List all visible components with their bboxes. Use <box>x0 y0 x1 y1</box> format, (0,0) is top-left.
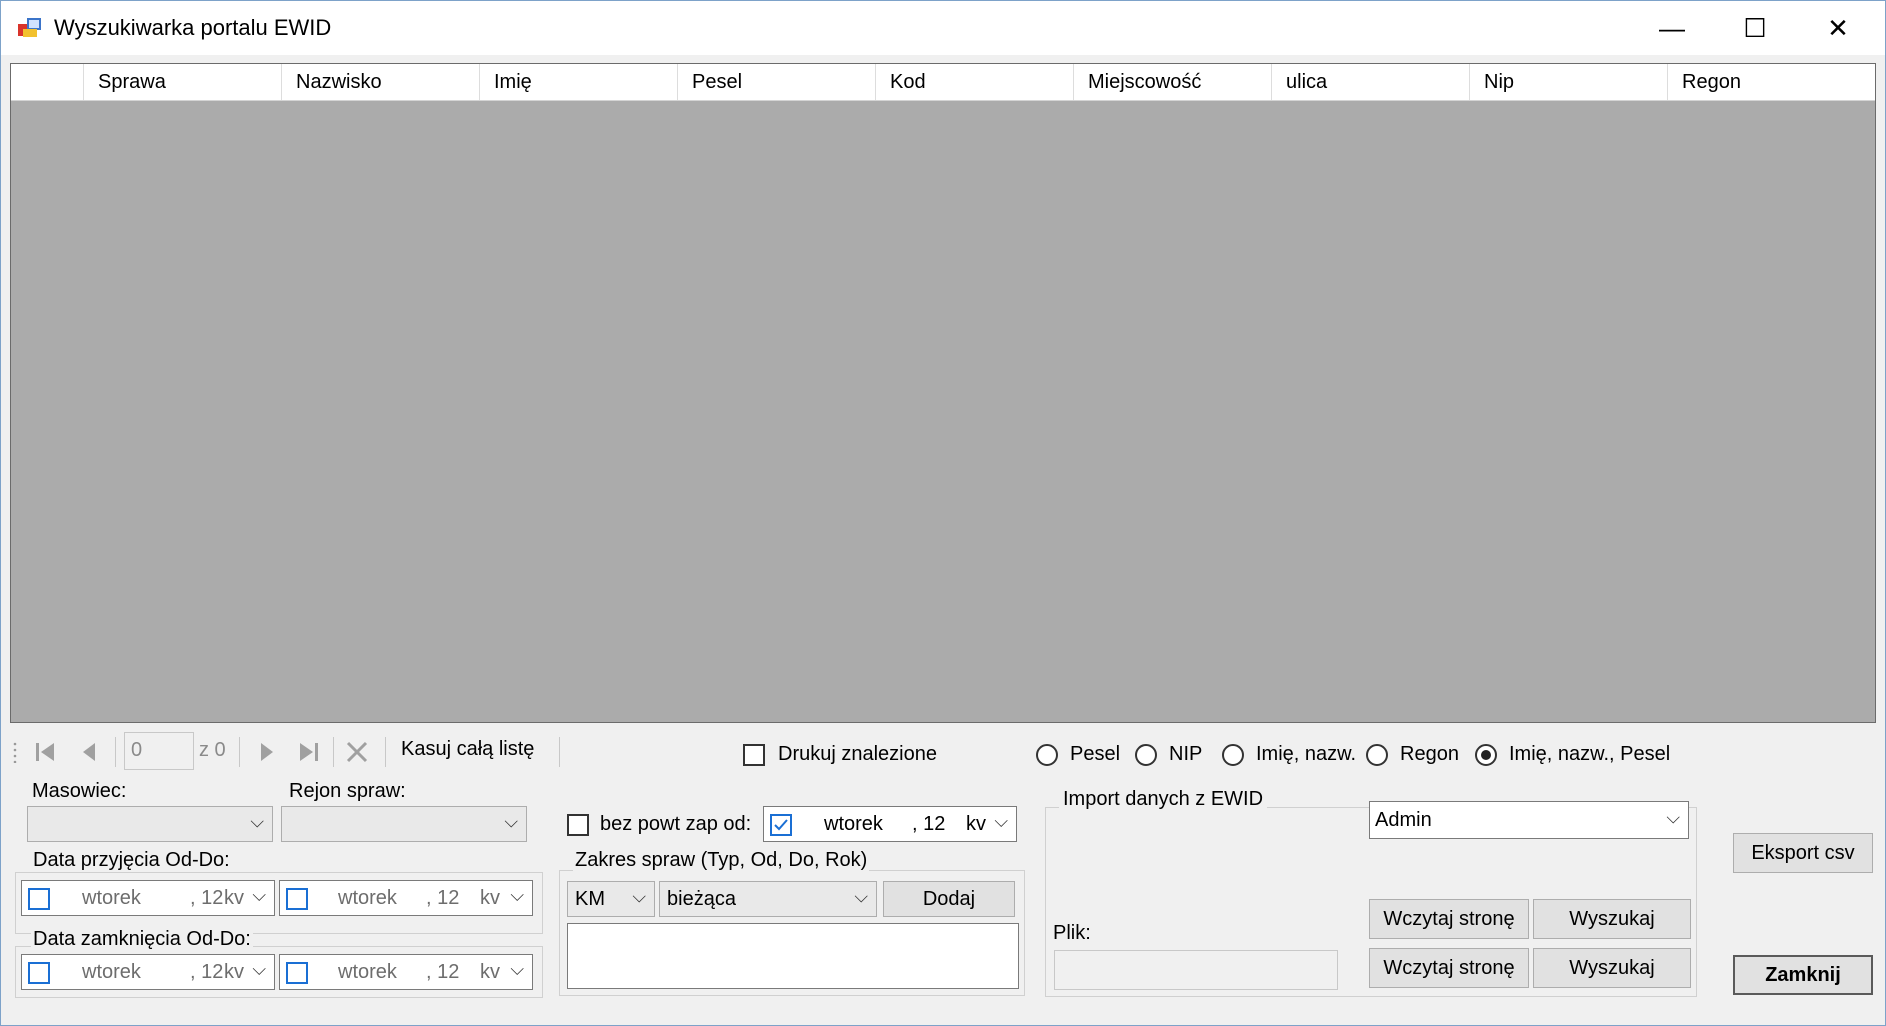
clear-all-button[interactable]: Kasuj całą listę <box>401 738 534 761</box>
date-received-to[interactable]: wtorek , 12 kv ⌵ <box>279 880 533 916</box>
add-button[interactable]: Dodaj <box>883 881 1015 917</box>
results-grid[interactable]: Sprawa Nazwisko Imię Pesel Kod Miejscowo… <box>10 63 1876 723</box>
column-header-miejscowosc[interactable]: Miejscowość <box>1074 64 1272 100</box>
search-button-1[interactable]: Wyszukaj <box>1533 899 1691 939</box>
import-user-dropdown[interactable]: Admin ⌵ <box>1369 801 1689 839</box>
chevron-down-icon: ⌵ <box>510 959 524 979</box>
no-repeat-label: bez powt zap od: <box>600 813 752 835</box>
record-position-input[interactable]: 0 <box>124 732 194 770</box>
chevron-down-icon: ⌵ <box>632 886 646 907</box>
close-button[interactable]: Zamknij <box>1733 955 1873 995</box>
first-record-icon[interactable] <box>33 740 57 764</box>
chevron-down-icon: ⌵ <box>994 811 1008 831</box>
check-icon <box>774 819 788 831</box>
date-closed-to[interactable]: wtorek , 12 kv ⌵ <box>279 954 533 990</box>
window-title: Wyszukiwarka portalu EWID <box>54 15 332 40</box>
column-header-pesel[interactable]: Pesel <box>678 64 876 100</box>
radio-pesel[interactable] <box>1036 744 1058 766</box>
radio-imie-nazw-pesel-label: Imię, nazw., Pesel <box>1509 743 1671 765</box>
radio-regon[interactable] <box>1366 744 1388 766</box>
grid-header: Sprawa Nazwisko Imię Pesel Kod Miejscowo… <box>11 64 1875 101</box>
chevron-down-icon: ⌵ <box>250 811 264 832</box>
case-type-dropdown[interactable]: KM ⌵ <box>567 881 655 917</box>
maximize-button[interactable]: ☐ <box>1714 1 1796 55</box>
delete-icon[interactable] <box>345 740 369 764</box>
rejon-dropdown[interactable]: ⌵ <box>281 806 527 842</box>
date-received-label: Data przyjęcia Od-Do: <box>31 849 232 872</box>
next-record-icon[interactable] <box>255 740 279 764</box>
column-header-sprawa[interactable]: Sprawa <box>84 64 282 100</box>
close-icon: ✕ <box>1827 12 1849 43</box>
date-received-from[interactable]: wtorek , 12 kv ⌵ <box>21 880 275 916</box>
radio-nip-label: NIP <box>1169 743 1203 765</box>
load-page-button-2[interactable]: Wczytaj stronę <box>1369 948 1529 988</box>
rejon-label: Rejon spraw: <box>289 780 406 802</box>
date-received-to-checkbox[interactable] <box>286 888 308 910</box>
case-year-dropdown[interactable]: bieżąca ⌵ <box>659 881 877 917</box>
chevron-down-icon: ⌵ <box>504 811 518 832</box>
case-range-label: Zakres spraw (Typ, Od, Do, Rok) <box>573 849 870 872</box>
toolbar-grip-icon <box>13 742 17 763</box>
chevron-down-icon: ⌵ <box>854 886 868 907</box>
close-window-button[interactable]: ✕ <box>1797 1 1879 55</box>
main-window: Wyszukiwarka portalu EWID — ☐ ✕ Sprawa N… <box>0 0 1886 1026</box>
export-csv-button[interactable]: Eksport csv <box>1733 833 1873 873</box>
toolbar-separator <box>385 737 386 767</box>
date-received-from-checkbox[interactable] <box>28 888 50 910</box>
file-input[interactable] <box>1054 950 1338 990</box>
column-header-regon[interactable]: Regon <box>1668 64 1875 100</box>
column-header-ulica[interactable]: ulica <box>1272 64 1470 100</box>
maximize-icon: ☐ <box>1743 12 1767 43</box>
chevron-down-icon: ⌵ <box>252 885 266 905</box>
radio-imie-nazw-label: Imię, nazw. <box>1256 743 1357 765</box>
toolbar-separator <box>239 737 240 767</box>
no-repeat-date[interactable]: wtorek , 12 kv ⌵ <box>763 806 1017 842</box>
minimize-button[interactable]: — <box>1631 1 1713 55</box>
column-header-nip[interactable]: Nip <box>1470 64 1668 100</box>
minimize-icon: — <box>1659 12 1685 43</box>
radio-nip[interactable] <box>1135 744 1157 766</box>
date-closed-from-checkbox[interactable] <box>28 962 50 984</box>
search-button-2[interactable]: Wyszukaj <box>1533 948 1691 988</box>
row-header-column[interactable] <box>11 64 84 100</box>
toolbar-separator <box>559 737 560 767</box>
previous-record-icon[interactable] <box>77 740 101 764</box>
file-label: Plik: <box>1053 922 1091 944</box>
case-range-list[interactable] <box>567 923 1019 989</box>
column-header-imie[interactable]: Imię <box>480 64 678 100</box>
print-found-checkbox[interactable] <box>743 744 765 766</box>
radio-imie-nazw[interactable] <box>1222 744 1244 766</box>
no-repeat-date-checkbox[interactable] <box>770 814 792 836</box>
no-repeat-checkbox[interactable] <box>567 814 589 836</box>
title-bar: Wyszukiwarka portalu EWID — ☐ ✕ <box>1 1 1885 55</box>
radio-pesel-label: Pesel <box>1070 743 1121 765</box>
date-closed-label: Data zamknięcia Od-Do: <box>31 928 253 951</box>
chevron-down-icon: ⌵ <box>252 959 266 979</box>
last-record-icon[interactable] <box>297 740 321 764</box>
column-header-kod[interactable]: Kod <box>876 64 1074 100</box>
toolbar-separator <box>115 737 116 767</box>
toolbar-separator <box>333 737 334 767</box>
app-icon <box>18 18 41 37</box>
date-closed-from[interactable]: wtorek , 12 kv ⌵ <box>21 954 275 990</box>
chevron-down-icon: ⌵ <box>510 885 524 905</box>
radio-imie-nazw-pesel[interactable] <box>1475 744 1497 766</box>
chevron-down-icon: ⌵ <box>1666 807 1680 828</box>
date-closed-to-checkbox[interactable] <box>286 962 308 984</box>
record-count-label: z 0 <box>199 739 226 761</box>
load-page-button-1[interactable]: Wczytaj stronę <box>1369 899 1529 939</box>
masowiec-dropdown[interactable]: ⌵ <box>27 806 273 842</box>
import-label: Import danych z EWID <box>1059 788 1268 811</box>
print-found-label: Drukuj znalezione <box>778 743 937 765</box>
masowiec-label: Masowiec: <box>32 780 127 802</box>
radio-regon-label: Regon <box>1400 743 1459 765</box>
column-header-nazwisko[interactable]: Nazwisko <box>282 64 480 100</box>
